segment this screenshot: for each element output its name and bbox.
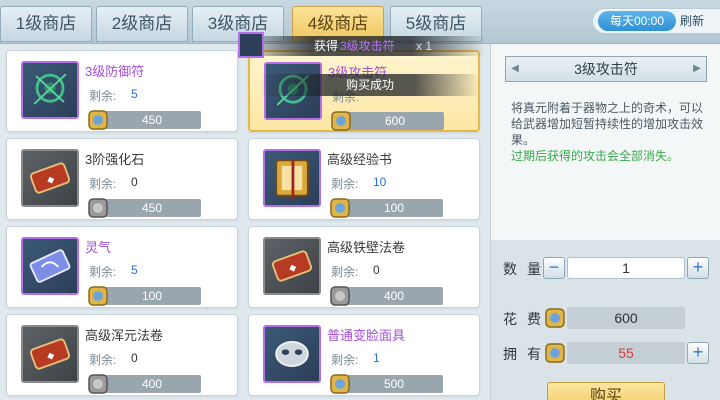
tab-shop-level-1[interactable]: 1级商店 — [0, 6, 92, 42]
remain-label: 剩余: — [89, 353, 117, 367]
price-value: 400 — [103, 375, 201, 393]
coin-icon — [88, 110, 108, 130]
price-value: 600 — [346, 112, 444, 130]
obtained-toast: 获得 3级攻击符 x 1 — [236, 32, 486, 58]
coin-icon — [88, 286, 108, 306]
price-value: 450 — [103, 111, 201, 129]
refresh-button[interactable]: 刷新 — [680, 8, 716, 34]
coin-icon — [88, 198, 108, 218]
shop-item-card[interactable]: 3级防御符 剩余: 5 450 — [6, 50, 238, 132]
item-name: 普通变脸面具 — [327, 328, 406, 343]
coin-icon — [330, 374, 350, 394]
refresh-time-label: 每天00:00 — [598, 11, 676, 31]
coin-icon — [545, 343, 565, 363]
remain-label: 剩余: — [89, 89, 117, 103]
item-name: 3阶强化石 — [85, 152, 145, 167]
shop-item-card[interactable]: ◆ 高级浑元法卷 剩余: 0 400 — [6, 314, 238, 396]
exp-book-icon — [263, 149, 321, 207]
remain-value: 0 — [131, 351, 138, 365]
coin-icon — [88, 374, 108, 394]
price-value: 400 — [345, 287, 443, 305]
remain-label: 剩余: — [89, 265, 117, 279]
cost-value: 600 — [567, 307, 685, 329]
remain-value: 0 — [131, 175, 138, 189]
spirit-energy-icon — [21, 237, 79, 295]
item-name: 高级铁壁法卷 — [327, 240, 406, 255]
item-detail-panel: ◀ 3级攻击符 ▶ 将真元附着于器物之上的奇术，可以给武器增加短暂持续性的增加攻… — [490, 44, 720, 400]
remain-label: 剩余: — [331, 177, 359, 191]
quantity-input[interactable]: 1 — [567, 257, 685, 279]
right-ornament-icon: ▶ — [693, 63, 701, 74]
item-name: 3级防御符 — [85, 64, 145, 79]
remain-label: 剩余: — [331, 353, 359, 367]
face-mask-icon — [263, 325, 321, 383]
buy-button[interactable]: 购买 — [547, 382, 665, 400]
owned-value: 55 — [567, 342, 685, 364]
defense-charm-icon — [21, 61, 79, 119]
refresh-area: 每天00:00 刷新 — [592, 8, 720, 34]
toast-item: 3级攻击符 — [340, 39, 395, 53]
shop-item-card[interactable]: 灵气 剩余: 5 100 — [6, 226, 238, 308]
toast-count: x 1 — [416, 39, 433, 53]
price-value: 100 — [103, 287, 201, 305]
remain-value: 5 — [131, 263, 138, 277]
detail-title-frame: ◀ 3级攻击符 ▶ — [505, 56, 707, 82]
coin-icon — [331, 111, 351, 131]
remain-value: 10 — [373, 175, 387, 189]
purchase-section: 数量 − 1 + 花费 600 拥有 55 + 购买 — [491, 240, 720, 400]
item-name: 高级经验书 — [327, 152, 393, 167]
shop-item-grid: 3级防御符 剩余: 5 450 3级攻击符 剩余: 600 ◆ 3阶强化石 剩余… — [0, 44, 490, 400]
left-ornament-icon: ◀ — [511, 63, 519, 74]
remain-label: 剩余: — [89, 177, 117, 191]
item-description: 将真元附着于器物之上的奇术，可以给武器增加短暂持续性的增加攻击效果。 — [511, 101, 704, 147]
toast-prefix: 获得 — [314, 39, 339, 53]
decrease-quantity-button[interactable]: − — [543, 257, 565, 279]
coin-icon — [330, 286, 350, 306]
increase-quantity-button[interactable]: + — [687, 257, 709, 279]
coin-icon — [545, 308, 565, 328]
shop-item-card[interactable]: 普通变脸面具 剩余: 1 500 — [248, 314, 480, 396]
expiry-warning: 过期后获得的攻击会全部消失。 — [511, 149, 680, 163]
coin-icon — [330, 198, 350, 218]
remain-label: 剩余: — [331, 265, 359, 279]
price-value: 500 — [345, 375, 443, 393]
remain-value: 5 — [131, 87, 138, 101]
detail-title: 3级攻击符 — [574, 61, 638, 77]
chaos-scroll-icon: ◆ — [21, 325, 79, 383]
attack-charm-icon — [238, 32, 264, 58]
price-value: 100 — [345, 199, 443, 217]
add-currency-button[interactable]: + — [687, 342, 709, 364]
price-value: 450 — [103, 199, 201, 217]
item-name: 灵气 — [85, 240, 112, 255]
purchase-success-toast: 购买成功 — [260, 74, 480, 96]
shop-item-card[interactable]: 高级经验书 剩余: 10 100 — [248, 138, 480, 220]
remain-value: 1 — [373, 351, 380, 365]
shop-item-card[interactable]: ◆ 3阶强化石 剩余: 0 450 — [6, 138, 238, 220]
item-name: 高级浑元法卷 — [85, 328, 164, 343]
shop-item-card[interactable]: ◆ 高级铁壁法卷 剩余: 0 400 — [248, 226, 480, 308]
enhance-stone-icon: ◆ — [21, 149, 79, 207]
remain-value: 0 — [373, 263, 380, 277]
iron-wall-scroll-icon: ◆ — [263, 237, 321, 295]
tab-shop-level-2[interactable]: 2级商店 — [96, 6, 188, 42]
